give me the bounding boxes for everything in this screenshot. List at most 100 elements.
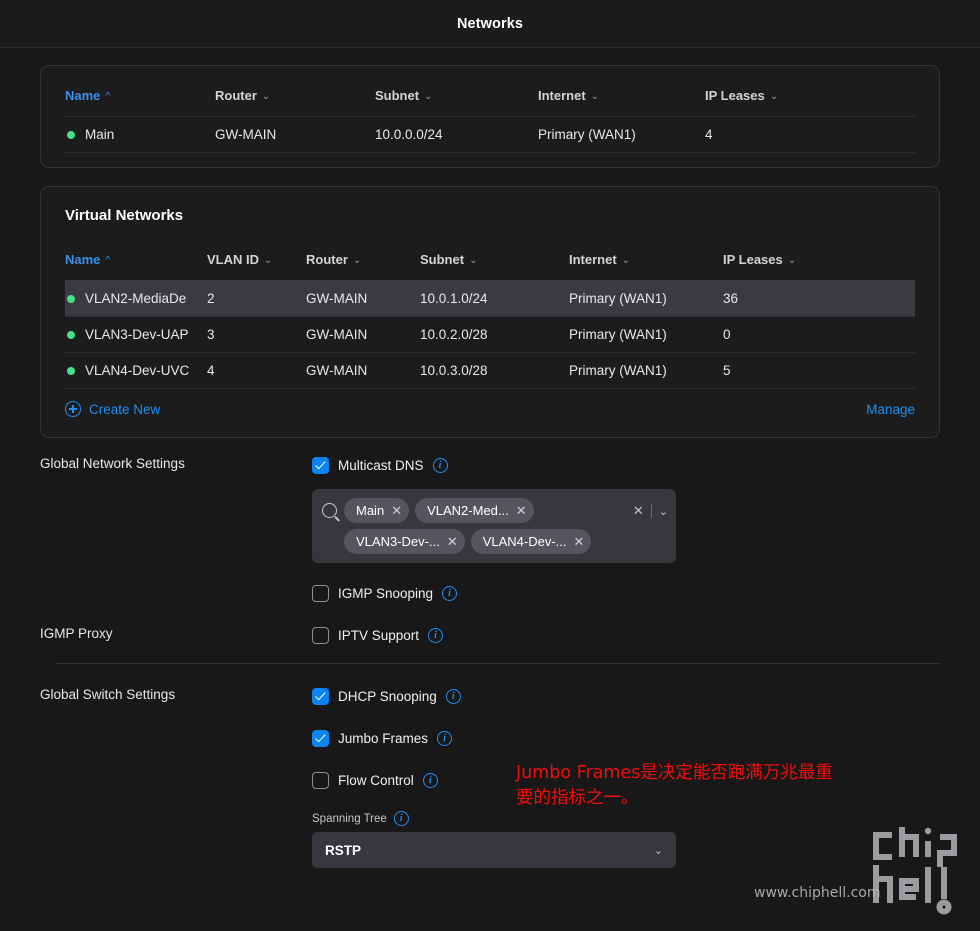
vlan-col-header-name[interactable]: Name ^: [65, 252, 207, 281]
cell-vlan-id: 2: [207, 280, 306, 317]
flow-control-checkbox[interactable]: [312, 771, 329, 789]
cell-ip-leases: 4: [705, 116, 915, 153]
global-network-settings-fields: Multicast DNS i Main ✕ VLAN2-Med... ✕ VL…: [312, 454, 940, 604]
spanning-tree-value: RSTP: [325, 842, 362, 858]
cell-internet: Primary (WAN1): [569, 352, 723, 389]
watermark-text: www.chiphell.com: [754, 885, 881, 901]
spanning-tree-select[interactable]: RSTP ⌄: [312, 832, 676, 868]
vlan-col-header-vlan-id[interactable]: VLAN ID ⌄: [207, 252, 306, 281]
col-header-ip-leases-label: IP Leases: [705, 88, 765, 103]
info-icon[interactable]: i: [422, 772, 438, 788]
cell-router: GW-MAIN: [306, 280, 420, 317]
global-switch-settings-label: Global Switch Settings: [40, 687, 176, 702]
col-header-internet-label: Internet: [538, 88, 586, 103]
chip-label: VLAN3-Dev-...: [356, 534, 440, 549]
status-dot-online: [67, 294, 75, 303]
vlan-col-header-internet-label: Internet: [569, 252, 617, 267]
cell-vlan-id: 3: [207, 316, 306, 353]
cell-internet: Primary (WAN1): [569, 280, 723, 317]
iptv-support-label: IPTV Support: [338, 627, 420, 643]
chip-remove-icon[interactable]: ✕: [447, 535, 458, 548]
cell-subnet: 10.0.2.0/28: [420, 316, 569, 353]
clear-all-icon[interactable]: ✕: [633, 503, 644, 519]
col-header-subnet-label: Subnet: [375, 88, 420, 103]
vlan-col-header-ip-leases[interactable]: IP Leases ⌄: [723, 252, 915, 281]
chevron-down-icon: ⌄: [787, 255, 797, 266]
info-icon[interactable]: i: [442, 585, 458, 601]
col-header-internet[interactable]: Internet ⌄: [538, 88, 705, 117]
table-row[interactable]: Main GW-MAIN 10.0.0.0/24 Primary (WAN1) …: [65, 116, 915, 153]
selected-network-chips: Main ✕ VLAN2-Med... ✕ VLAN3-Dev-... ✕ VL…: [344, 498, 626, 554]
chevron-down-icon: ⌄: [264, 255, 273, 266]
divider: [650, 504, 652, 518]
chevron-down-icon: ⌄: [590, 91, 600, 102]
chiphell-logo: [873, 827, 957, 915]
global-network-settings-row: Global Network Settings Multicast DNS i …: [40, 454, 940, 604]
vlan-col-header-router[interactable]: Router ⌄: [306, 252, 420, 281]
col-header-ip-leases[interactable]: IP Leases ⌄: [705, 88, 915, 117]
chevron-down-icon: ⌄: [261, 91, 271, 102]
settings-section: Global Network Settings Multicast DNS i …: [40, 454, 940, 868]
table-row[interactable]: VLAN3-Dev-UAP 3 GW-MAIN 10.0.2.0/28 Prim…: [65, 316, 915, 353]
chip-network[interactable]: Main ✕: [344, 498, 410, 523]
multicast-dns-network-select[interactable]: Main ✕ VLAN2-Med... ✕ VLAN3-Dev-... ✕ VL…: [312, 489, 676, 563]
chip-network[interactable]: VLAN4-Dev-... ✕: [470, 529, 592, 554]
create-new-label: Create New: [89, 401, 161, 417]
chip-remove-icon[interactable]: ✕: [516, 504, 527, 517]
create-new-button[interactable]: Create New: [65, 401, 160, 417]
flow-control-label: Flow Control: [338, 772, 414, 788]
vlan-col-header-subnet[interactable]: Subnet ⌄: [420, 252, 569, 281]
vlan-name: VLAN2-MediaDe: [85, 291, 187, 306]
multiselect-actions: ✕ ⌄: [633, 503, 668, 519]
global-switch-settings-fields: DHCP Snooping i Jumbo Frames i Flow Cont…: [312, 685, 940, 868]
status-dot-online: [67, 330, 75, 339]
col-header-router[interactable]: Router ⌄: [215, 88, 375, 117]
igmp-snooping-row: IGMP Snooping i: [312, 582, 940, 604]
chevron-down-icon: ⌄: [424, 91, 433, 102]
cell-router: GW-MAIN: [306, 316, 420, 353]
info-icon[interactable]: i: [437, 730, 453, 746]
dhcp-snooping-checkbox[interactable]: [312, 687, 329, 705]
chip-network[interactable]: VLAN3-Dev-... ✕: [344, 529, 465, 554]
cell-vlan-id: 4: [207, 352, 306, 389]
chip-remove-icon[interactable]: ✕: [391, 504, 402, 517]
cell-internet: Primary (WAN1): [538, 116, 705, 153]
col-header-router-label: Router: [215, 88, 257, 103]
chevron-down-icon: ⌄: [469, 255, 478, 266]
virtual-networks-footer: Create New Manage: [65, 389, 915, 427]
vlan-col-header-internet[interactable]: Internet ⌄: [569, 252, 723, 281]
page-header: Networks: [0, 0, 980, 48]
col-header-name[interactable]: Name ^: [65, 88, 215, 117]
chip-remove-icon[interactable]: ✕: [574, 535, 585, 548]
table-row[interactable]: VLAN4-Dev-UVC 4 GW-MAIN 10.0.3.0/28 Prim…: [65, 352, 915, 389]
cell-ip-leases: 0: [723, 316, 915, 353]
igmp-snooping-checkbox[interactable]: [312, 584, 329, 602]
col-header-subnet[interactable]: Subnet ⌄: [375, 88, 538, 117]
iptv-support-checkbox[interactable]: [312, 626, 329, 644]
info-icon[interactable]: i: [393, 811, 409, 826]
chip-network[interactable]: VLAN2-Med... ✕: [415, 498, 534, 523]
manage-link[interactable]: Manage: [866, 402, 915, 417]
dhcp-snooping-row: DHCP Snooping i: [312, 685, 940, 707]
networks-card: Name ^ Router ⌄ Subnet ⌄ Internet ⌄ IP Lease…: [40, 65, 940, 168]
networks-page: Networks Name ^ Router ⌄ Subnet ⌄ Intern…: [0, 0, 980, 931]
jumbo-frames-checkbox[interactable]: [312, 729, 329, 747]
info-icon[interactable]: i: [445, 688, 461, 704]
chevron-up-icon: ^: [105, 255, 111, 266]
info-icon[interactable]: i: [432, 457, 448, 473]
cell-router: GW-MAIN: [306, 352, 420, 389]
table-row[interactable]: VLAN2-MediaDe 2 GW-MAIN 10.0.1.0/24 Prim…: [65, 280, 915, 317]
chevron-down-icon[interactable]: ⌄: [659, 505, 668, 518]
igmp-proxy-fields: IPTV Support i: [312, 624, 940, 646]
multicast-dns-row: Multicast DNS i: [312, 454, 940, 476]
status-dot-online: [67, 366, 75, 375]
cell-name: Main: [65, 116, 215, 153]
plus-circle-icon: [65, 401, 81, 417]
virtual-networks-title: Virtual Networks: [65, 207, 184, 224]
chevron-down-icon: ⌄: [621, 255, 631, 266]
multicast-dns-checkbox[interactable]: [312, 456, 329, 474]
info-icon[interactable]: i: [428, 627, 444, 643]
cell-name: VLAN4-Dev-UVC: [65, 352, 207, 389]
vlan-col-header-vlan-id-label: VLAN ID: [207, 252, 259, 267]
jumbo-frames-label: Jumbo Frames: [338, 730, 429, 746]
